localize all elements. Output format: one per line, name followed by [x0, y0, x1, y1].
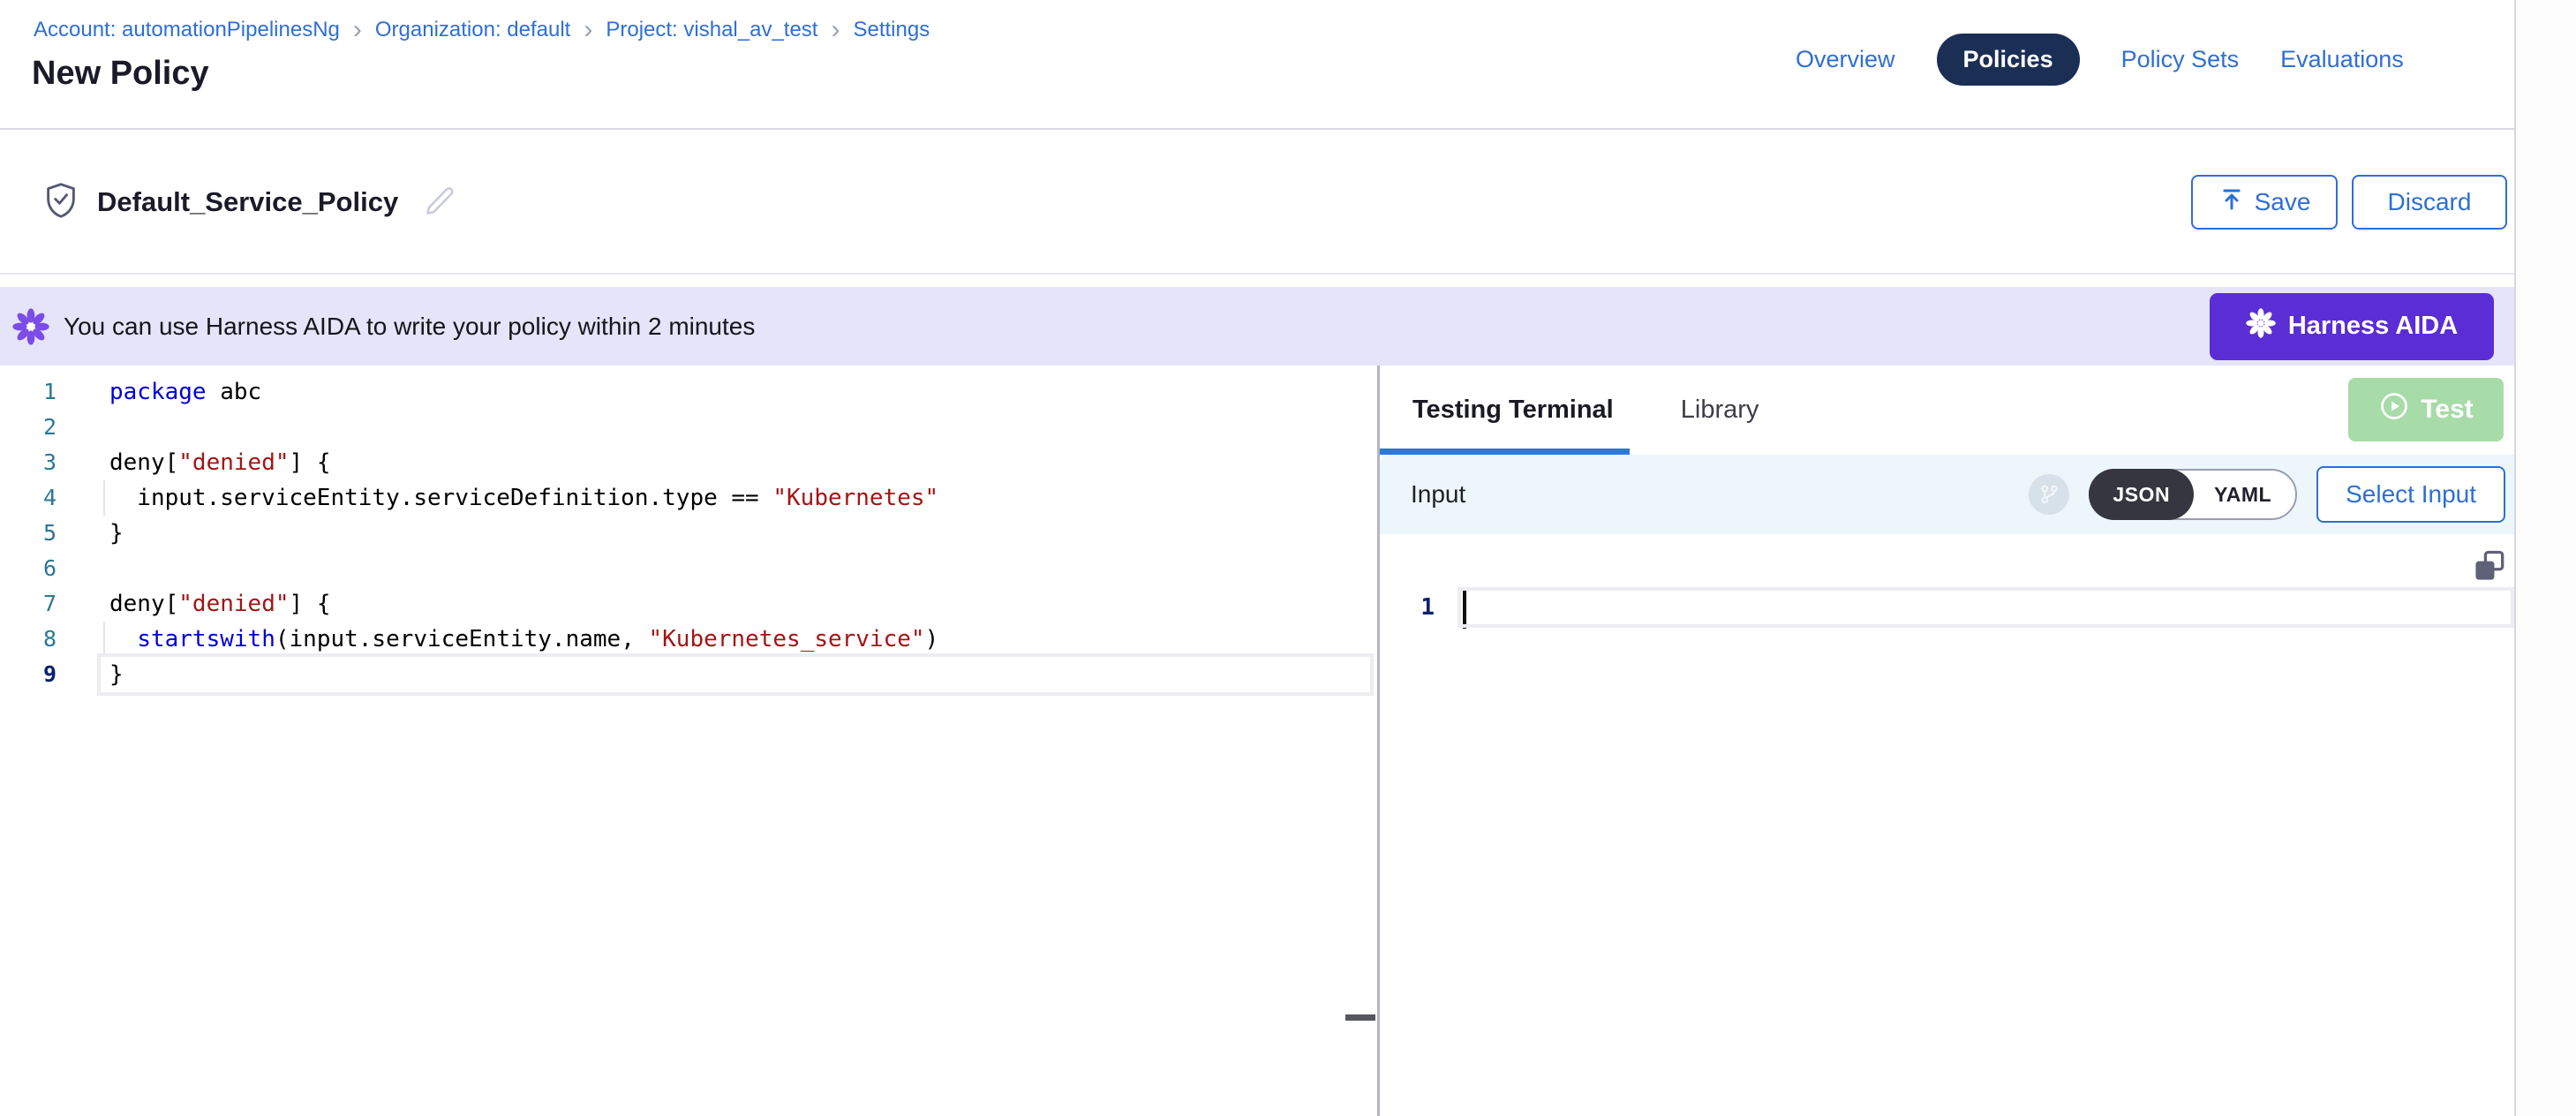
branch-icon[interactable]: [2029, 474, 2069, 515]
format-option-yaml[interactable]: YAML: [2190, 469, 2295, 520]
shield-check-icon: [41, 180, 81, 225]
aida-banner: You can use Harness AIDA to write your p…: [0, 287, 2514, 366]
line-number: 1: [1380, 586, 1447, 629]
code-line-3[interactable]: 3 deny["denied"] {: [0, 445, 1377, 480]
copy-icon[interactable]: [2470, 547, 2509, 586]
tab-overview[interactable]: Overview: [1796, 46, 1895, 73]
save-button[interactable]: Save: [2191, 175, 2338, 230]
save-button-label: Save: [2255, 188, 2311, 216]
code-line-4[interactable]: 4 input.serviceEntity.serviceDefinition.…: [0, 480, 1377, 516]
select-input-button[interactable]: Select Input: [2316, 466, 2505, 523]
testing-terminal-panel: Testing Terminal Library Test Input: [1380, 366, 2514, 1116]
aida-sparkle-icon: [12, 308, 49, 345]
line-content: deny["denied"] {: [109, 445, 330, 480]
input-controls: JSON YAML Select Input: [2029, 466, 2505, 523]
tab-library[interactable]: Library: [1681, 396, 1759, 425]
line-number: 8: [0, 622, 79, 657]
terminal-tabs: Testing Terminal Library: [1380, 366, 2514, 455]
line-number: 5: [0, 516, 79, 551]
breadcrumb: Account: automationPipelinesNg › Organiz…: [34, 18, 930, 42]
format-toggle: JSON YAML: [2089, 469, 2297, 520]
code-line-5[interactable]: 5}: [0, 516, 1377, 551]
discard-button[interactable]: Discard: [2352, 175, 2507, 230]
line-content: }: [109, 516, 124, 551]
chevron-right-icon: ›: [353, 19, 362, 41]
input-section-header: Input JSON YAML Select Input: [1380, 455, 2514, 534]
code-line-6[interactable]: 6: [0, 551, 1377, 586]
code-line-8[interactable]: 8 startswith(input.serviceEntity.name, "…: [0, 622, 1377, 657]
code-line-7[interactable]: 7 deny["denied"] {: [0, 586, 1377, 622]
policy-code-lines: 1package abc23deny["denied"] {4 input.se…: [0, 374, 1377, 692]
text-cursor: [1463, 588, 1466, 629]
breadcrumb-project-link[interactable]: Project: vishal_av_test: [606, 18, 817, 42]
input-label: Input: [1411, 480, 1465, 509]
breadcrumb-account-link[interactable]: Account: automationPipelinesNg: [34, 18, 340, 42]
line-number: 4: [0, 480, 79, 516]
harness-aida-button[interactable]: Harness AIDA: [2210, 293, 2494, 360]
upload-icon: [2218, 186, 2245, 219]
aida-banner-message: You can use Harness AIDA to write your p…: [64, 313, 755, 341]
line-content: [1463, 586, 1466, 629]
line-number: 7: [0, 586, 79, 622]
page-title: New Policy: [32, 55, 209, 93]
edit-pencil-icon[interactable]: [421, 182, 458, 223]
tab-evaluations[interactable]: Evaluations: [2280, 46, 2404, 73]
line-content: }: [109, 657, 124, 692]
tab-policy-sets[interactable]: Policy Sets: [2121, 46, 2240, 73]
line-number: 6: [0, 551, 79, 586]
code-line-9[interactable]: 9}: [0, 657, 1377, 692]
app-header: Account: automationPipelinesNg › Organiz…: [0, 0, 2514, 130]
chevron-right-icon: ›: [831, 19, 840, 41]
breadcrumb-organization-link[interactable]: Organization: default: [375, 18, 570, 42]
code-line-2[interactable]: 2: [0, 410, 1377, 445]
content-card: Account: automationPipelinesNg › Organiz…: [0, 0, 2514, 1116]
line-number: 3: [0, 445, 79, 480]
line-content: deny["denied"] {: [109, 586, 330, 622]
overview-ruler-cursor-marker: [1345, 1014, 1375, 1021]
line-number: 9: [0, 657, 79, 692]
select-input-label: Select Input: [2346, 480, 2476, 509]
test-button-label: Test: [2421, 395, 2473, 425]
line-content: package abc: [109, 374, 261, 410]
code-line-1[interactable]: 1 package abc: [0, 374, 1377, 410]
aida-sparkle-icon: [2246, 308, 2276, 345]
tab-policies[interactable]: Policies: [1937, 34, 2080, 86]
play-circle-icon: [2378, 390, 2410, 429]
chevron-right-icon: ›: [584, 19, 592, 41]
indent-guide: [103, 622, 105, 657]
indent-guide: [103, 480, 105, 516]
policy-code-editor[interactable]: 1package abc23deny["denied"] {4 input.se…: [0, 366, 1377, 1116]
format-option-json[interactable]: JSON: [2089, 469, 2194, 520]
harness-aida-button-label: Harness AIDA: [2288, 312, 2458, 341]
policy-toolbar: Default_Service_Policy Save Discard: [0, 132, 2514, 275]
input-editor-lines: 1: [1380, 534, 2514, 629]
line-content: startswith(input.serviceEntity.name, "Ku…: [109, 622, 938, 657]
line-number: 2: [0, 410, 79, 445]
line-content: input.serviceEntity.serviceDefinition.ty…: [109, 480, 938, 516]
toolbar-buttons: Save Discard: [2191, 175, 2507, 230]
policy-name: Default_Service_Policy: [97, 186, 398, 218]
header-tabs: Overview Policies Policy Sets Evaluation…: [1796, 32, 2404, 87]
active-tab-underline: [1380, 449, 1630, 455]
page-margin: [2514, 0, 2576, 1116]
code-line-1[interactable]: 1: [1380, 586, 2514, 629]
test-button[interactable]: Test: [2348, 378, 2504, 441]
input-editor[interactable]: 1: [1380, 534, 2514, 1116]
tab-testing-terminal[interactable]: Testing Terminal: [1412, 396, 1614, 425]
line-number: 1: [0, 374, 79, 410]
breadcrumb-settings-link[interactable]: Settings: [853, 18, 930, 42]
discard-button-label: Discard: [2388, 188, 2472, 216]
